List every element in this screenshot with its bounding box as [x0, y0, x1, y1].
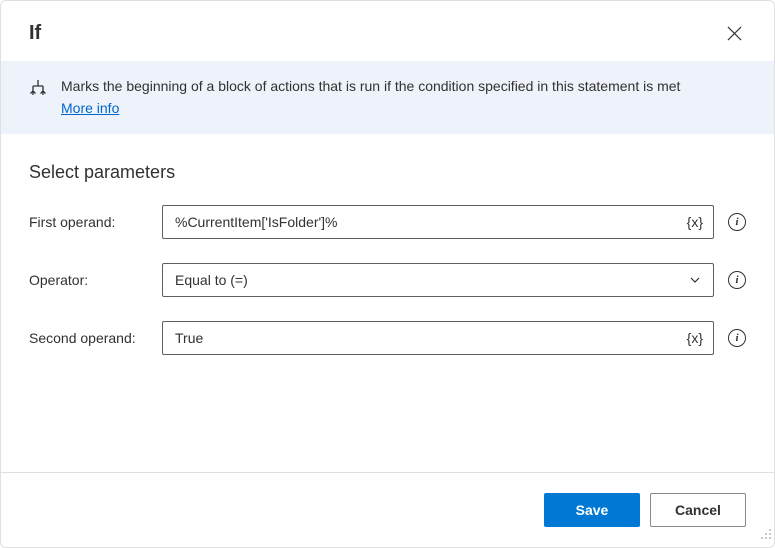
- info-icon[interactable]: i: [728, 271, 746, 289]
- more-info-link[interactable]: More info: [61, 99, 119, 119]
- save-button[interactable]: Save: [544, 493, 640, 527]
- second-operand-row: Second operand: {x} i: [29, 321, 746, 355]
- operator-select[interactable]: Equal to (=): [162, 263, 714, 297]
- operator-value: Equal to (=): [175, 272, 248, 288]
- second-operand-input[interactable]: [163, 324, 677, 352]
- close-button[interactable]: [718, 17, 750, 49]
- operator-label: Operator:: [29, 272, 154, 288]
- info-icon[interactable]: i: [728, 213, 746, 231]
- info-banner: Marks the beginning of a block of action…: [1, 61, 774, 134]
- banner-text-container: Marks the beginning of a block of action…: [61, 77, 680, 118]
- content-area: Select parameters First operand: {x} i O…: [1, 134, 774, 472]
- close-icon: [727, 26, 742, 41]
- cancel-button[interactable]: Cancel: [650, 493, 746, 527]
- first-operand-row: First operand: {x} i: [29, 205, 746, 239]
- info-icon[interactable]: i: [728, 329, 746, 347]
- dialog-header: If: [1, 1, 774, 61]
- chevron-down-icon: [689, 274, 701, 286]
- banner-description: Marks the beginning of a block of action…: [61, 78, 680, 94]
- variable-picker-button[interactable]: {x}: [677, 330, 713, 346]
- first-operand-input-wrapper[interactable]: {x}: [162, 205, 714, 239]
- first-operand-label: First operand:: [29, 214, 154, 230]
- dialog-footer: Save Cancel: [1, 472, 774, 547]
- condition-branch-icon: [29, 79, 47, 102]
- first-operand-input[interactable]: [163, 208, 677, 236]
- dialog-title: If: [29, 22, 41, 45]
- second-operand-label: Second operand:: [29, 330, 154, 346]
- section-title: Select parameters: [29, 162, 746, 183]
- variable-picker-button[interactable]: {x}: [677, 214, 713, 230]
- operator-row: Operator: Equal to (=) i: [29, 263, 746, 297]
- second-operand-input-wrapper[interactable]: {x}: [162, 321, 714, 355]
